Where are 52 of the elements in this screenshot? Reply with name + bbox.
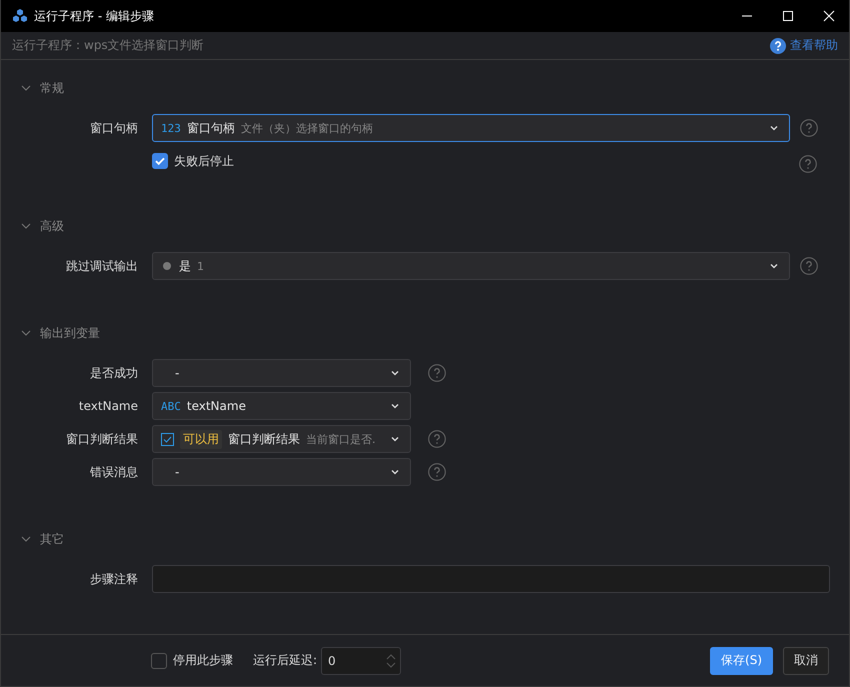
help-icon [770,38,786,54]
help-icon[interactable] [800,257,818,276]
field-label: 窗口判断结果 [65,430,138,448]
select-field[interactable]: ABC textName [152,392,411,420]
cubes-icon [12,8,28,24]
checkbox[interactable]: 停用此步骤 [151,652,233,670]
select-hint: 当前窗口是否. [306,432,376,447]
field-label: 跳过调试输出 [65,258,138,275]
help-icon[interactable] [428,463,446,482]
select-value: 是 [179,258,191,275]
select-value: 窗口判断结果 [228,430,300,448]
field-label: 步骤注释 [89,570,138,588]
field-label: 错误消息 [89,464,138,481]
select-value: 窗口句柄 [186,120,235,137]
select-hint: 1 [197,260,204,273]
checkbox-icon [161,432,174,446]
help-icon[interactable] [428,364,446,382]
close-icon [822,10,834,22]
check-icon [154,155,166,168]
delay-field[interactable]: 0 [321,646,402,675]
type-label: 123 [161,122,181,135]
help-link[interactable]: 查看帮助 [770,37,838,54]
select-hint: 文件（夹）选择窗口的句柄 [240,120,373,136]
help-icon[interactable] [800,119,818,138]
section-title: 高级 [40,218,64,235]
help-icon[interactable] [428,430,446,448]
select-field[interactable]: 是 1 [152,252,790,280]
select-value: - [175,366,180,380]
tag: 可以用 [180,430,222,449]
select-field[interactable]: 可以用 窗口判断结果 当前窗口是否. [152,425,411,454]
field-label: textName [78,399,138,414]
select-value: - [175,465,180,480]
field-label: 窗口句柄 [89,120,138,137]
maximize-icon [782,10,794,22]
select-field[interactable]: - [152,458,411,486]
field-label: 是否成功 [89,364,138,382]
dot-icon [163,262,171,270]
type-label: ABC [161,400,181,413]
select-field[interactable]: 123 窗口句柄 文件（夹）选择窗口的句柄 [152,114,790,142]
delay-label: 运行后延迟: [253,652,318,670]
subtitle: 运行子程序：wps文件选择窗口判断 [12,37,204,54]
window-title: 运行子程序 - 编辑步骤 [34,8,154,24]
cancel-button[interactable]: 取消 [783,646,829,675]
section-title: 常规 [40,80,64,97]
section-title: 其它 [40,530,64,548]
comment-field[interactable] [152,565,830,594]
spinner-icon[interactable] [386,652,396,669]
checkbox[interactable]: 失败后停止 [152,152,234,170]
select-field[interactable]: - [152,359,411,388]
help-icon[interactable] [799,155,817,174]
section-title: 输出到变量 [40,324,100,342]
select-value: textName [186,399,246,414]
